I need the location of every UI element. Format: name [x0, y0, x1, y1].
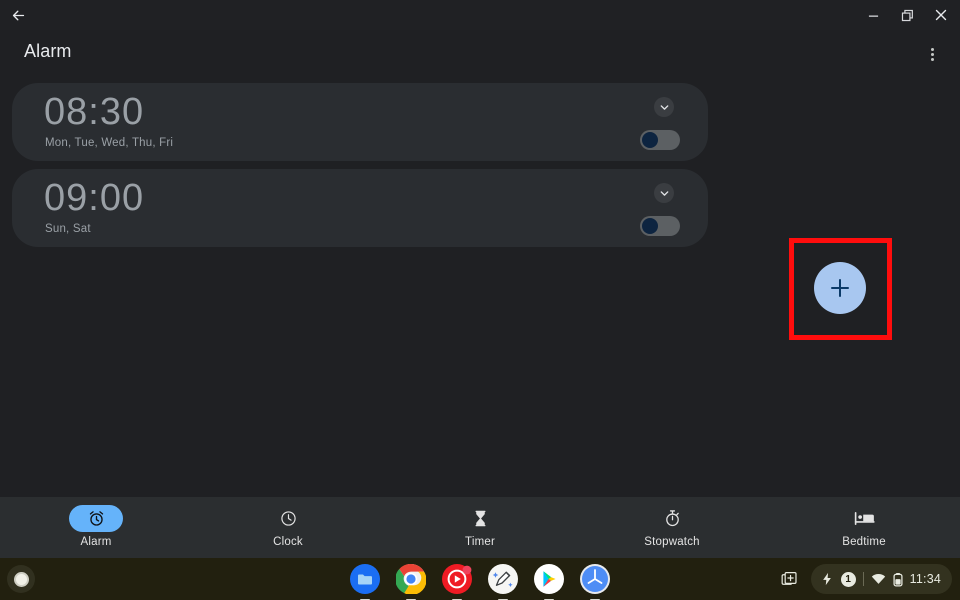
battery-icon [893, 572, 903, 587]
alarm-time: 08:30 [44, 91, 145, 133]
chevron-down-icon [660, 104, 668, 110]
files-icon [350, 564, 380, 594]
tab-bedtime[interactable]: Bedtime [768, 497, 960, 558]
new-desk-icon [781, 571, 797, 585]
window-titlebar [0, 0, 960, 30]
tab-timer-label: Timer [465, 536, 495, 548]
tab-alarm-label: Alarm [80, 536, 112, 548]
hourglass-icon [474, 510, 486, 527]
tab-alarm-pill [69, 505, 123, 532]
alarm-clock-icon [89, 511, 103, 526]
notification-count-badge: 1 [840, 571, 856, 587]
more-vert-icon [930, 47, 934, 61]
chevron-down-icon [660, 190, 668, 196]
alarm-toggle[interactable] [640, 130, 680, 150]
alarm-days: Sun, Sat [45, 223, 91, 235]
add-alarm-fab[interactable] [814, 262, 866, 314]
toggle-knob [642, 132, 658, 148]
chrome-app-icon[interactable] [396, 564, 426, 600]
bottom-navigation: Alarm Clock Timer Stopwatch Bedtime [0, 497, 960, 558]
tab-bedtime-pill [837, 505, 891, 532]
tab-stopwatch-label: Stopwatch [644, 536, 700, 548]
page-title: Alarm [24, 41, 72, 61]
close-icon [935, 9, 947, 21]
alarm-expand-button[interactable] [654, 97, 674, 117]
shelf-clock: 11:34 [909, 572, 941, 586]
back-button[interactable] [4, 2, 32, 28]
new-desk-button[interactable] [775, 564, 805, 594]
tab-timer[interactable]: Timer [384, 497, 576, 558]
clock-app-icon[interactable] [580, 564, 610, 600]
arrow-left-icon [12, 10, 24, 20]
tab-clock-label: Clock [273, 536, 303, 548]
alarm-expand-button[interactable] [654, 183, 674, 203]
alarm-toggle[interactable] [640, 216, 680, 236]
chromeos-desktop: Alarm 08:30 Mon, Tue, Wed, Thu, Fri 09:0… [0, 0, 960, 600]
tab-clock-pill [261, 505, 315, 532]
play-store-icon [534, 564, 564, 594]
restore-button[interactable] [890, 0, 924, 30]
minimize-icon [868, 15, 878, 17]
restore-icon [901, 9, 913, 21]
shelf: 1 11:34 [0, 558, 960, 600]
app-header: Alarm [0, 30, 960, 78]
stopwatch-icon [665, 510, 679, 527]
tab-stopwatch-pill [645, 505, 699, 532]
toggle-knob [642, 218, 658, 234]
files-app-icon[interactable] [350, 564, 380, 600]
status-tray[interactable]: 1 11:34 [810, 564, 952, 594]
clock-icon [280, 511, 296, 526]
minimize-button[interactable] [856, 0, 890, 30]
overflow-menu-button[interactable] [916, 38, 948, 70]
tab-timer-pill [453, 505, 507, 532]
system-status-area: 1 11:34 [775, 563, 952, 595]
bolt-icon [822, 572, 831, 586]
tab-stopwatch[interactable]: Stopwatch [576, 497, 768, 558]
youtube-music-app-icon[interactable] [442, 564, 472, 600]
plus-icon-v [838, 279, 842, 297]
wifi-icon [871, 574, 885, 584]
close-button[interactable] [924, 0, 958, 30]
tab-clock[interactable]: Clock [192, 497, 384, 558]
play-store-app-icon[interactable] [534, 564, 564, 600]
window-controls [856, 0, 958, 30]
tab-bedtime-label: Bedtime [842, 536, 886, 548]
alarm-card[interactable]: 08:30 Mon, Tue, Wed, Thu, Fri [12, 83, 708, 161]
alarm-list: 08:30 Mon, Tue, Wed, Thu, Fri 09:00 Sun,… [12, 83, 708, 255]
tab-alarm[interactable]: Alarm [0, 497, 192, 558]
youtube-music-icon [442, 564, 472, 594]
alarm-days: Mon, Tue, Wed, Thu, Fri [45, 137, 174, 149]
sketch-app-icon[interactable] [488, 564, 518, 600]
alarm-card[interactable]: 09:00 Sun, Sat [12, 169, 708, 247]
gallery-icon [488, 564, 518, 594]
clock-icon-shelf [580, 564, 610, 594]
chrome-icon [396, 564, 426, 594]
status-divider [862, 572, 864, 586]
bed-icon [854, 512, 875, 525]
alarm-time: 09:00 [44, 177, 145, 219]
